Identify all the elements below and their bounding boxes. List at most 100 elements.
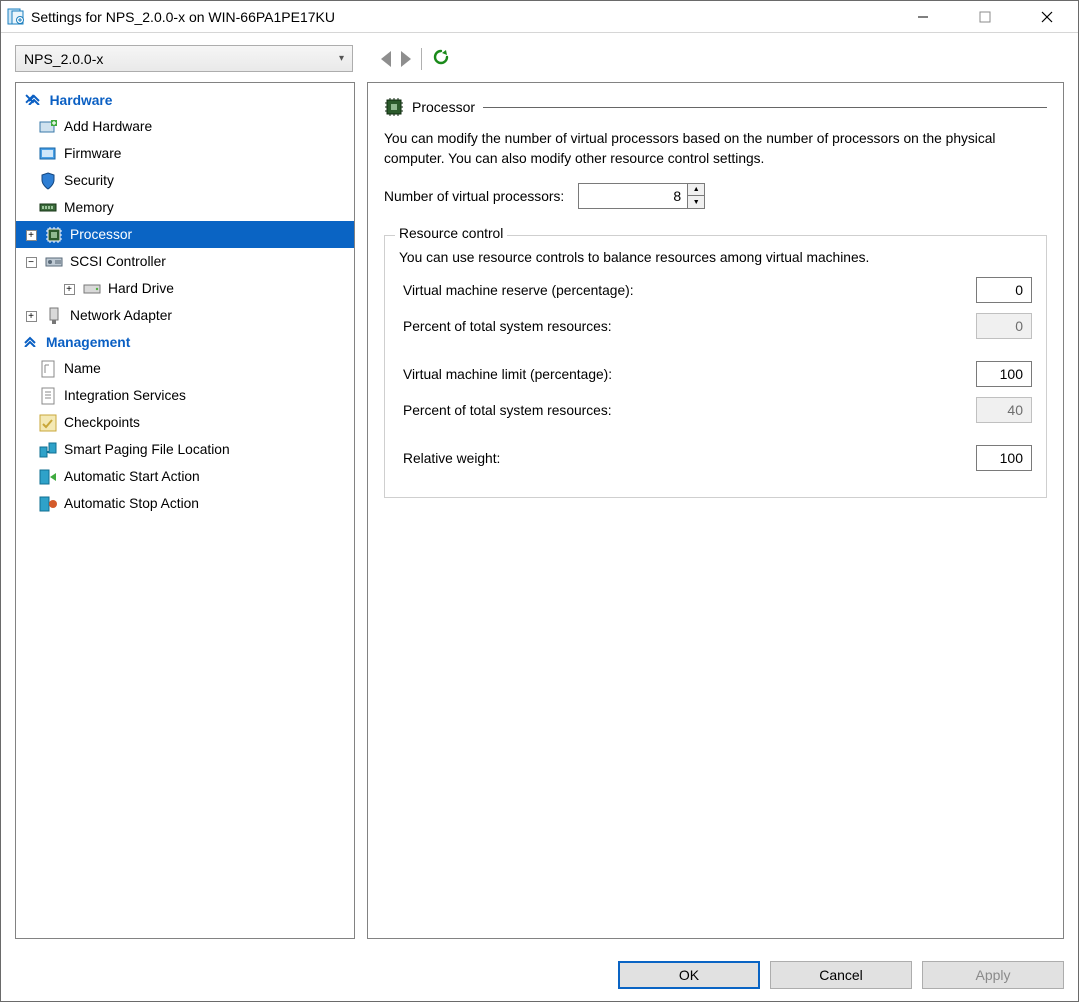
dialog-footer: OK Cancel Apply [1,949,1078,1001]
nav-hard-drive[interactable]: + Hard Drive [16,275,354,302]
firmware-icon [38,144,58,164]
panel-description: You can modify the number of virtual pro… [384,129,1047,169]
processor-icon-large [384,97,404,117]
spin-up-button[interactable]: ▲ [688,184,704,196]
limit-pct-row: Percent of total system resources: [403,397,1032,423]
reserve-row: Virtual machine reserve (percentage): [403,277,1032,303]
resource-control-legend: Resource control [395,226,507,241]
vp-count-row: Number of virtual processors: ▲ ▼ [384,183,1047,209]
auto-start-icon [38,467,58,487]
vp-count-spinbuttons: ▲ ▼ [688,183,705,209]
collapse-scsi[interactable]: − [22,256,40,268]
content-pane: Processor You can modify the number of v… [367,82,1064,939]
nav-processor[interactable]: + Processor [16,221,354,248]
expand-harddrive[interactable]: + [60,283,78,295]
resource-control-help: You can use resource controls to balance… [399,250,1032,265]
vp-count-spinner[interactable]: ▲ ▼ [578,183,705,209]
vp-count-label: Number of virtual processors: [384,189,564,204]
reserve-label: Virtual machine reserve (percentage): [403,283,976,298]
limit-input[interactable] [976,361,1032,387]
checkpoints-icon [38,413,58,433]
nav-integration-services[interactable]: Integration Services [16,382,354,409]
limit-label: Virtual machine limit (percentage): [403,367,976,382]
main-area: ✕‍ Hardware Add Hardware Firmware Securi… [1,82,1078,949]
nav-checkpoints[interactable]: Checkpoints [16,409,354,436]
reserve-input[interactable] [976,277,1032,303]
resource-control-group: Resource control You can use resource co… [384,235,1047,498]
chevron-up-icon [28,93,40,108]
expand-network[interactable]: + [22,310,40,322]
nav-add-hardware[interactable]: Add Hardware [16,113,354,140]
panel-title: Processor [412,99,475,115]
nav-hard-drive-label: Hard Drive [106,281,174,296]
add-hardware-icon [38,117,58,137]
management-section-header[interactable]: Management [16,329,354,355]
reserve-pct-label: Percent of total system resources: [403,319,976,334]
processor-icon [44,225,64,245]
nav-name[interactable]: Name [16,355,354,382]
titlebar: Settings for NPS_2.0.0-x on WIN-66PA1PE1… [1,1,1078,33]
vm-selector-value: NPS_2.0.0-x [24,51,339,67]
nav-back-button[interactable] [381,51,391,67]
nav-memory-label: Memory [62,200,114,215]
nav-auto-start-label: Automatic Start Action [62,469,200,484]
refresh-button[interactable] [432,48,450,69]
nav-name-label: Name [62,361,101,376]
vp-count-input[interactable] [578,183,688,209]
nav-network-adapter[interactable]: + Network Adapter [16,302,354,329]
weight-label: Relative weight: [403,451,976,466]
reserve-pct-output [976,313,1032,339]
nav-firmware-label: Firmware [62,146,122,161]
settings-window: Settings for NPS_2.0.0-x on WIN-66PA1PE1… [0,0,1079,1002]
chevron-up-icon-2 [24,335,36,350]
nav-auto-stop[interactable]: Automatic Stop Action [16,490,354,517]
hardware-section-header[interactable]: ✕‍ Hardware [16,87,354,113]
nav-security[interactable]: Security [16,167,354,194]
memory-icon [38,198,58,218]
hardware-label: Hardware [50,93,113,108]
window-title: Settings for NPS_2.0.0-x on WIN-66PA1PE1… [31,9,892,25]
toolbar-separator [421,48,422,70]
integration-services-icon [38,386,58,406]
limit-pct-label: Percent of total system resources: [403,403,976,418]
apply-button[interactable]: Apply [922,961,1064,989]
nav-security-label: Security [62,173,114,188]
vm-selector-dropdown[interactable]: NPS_2.0.0-x ▾ [15,45,353,72]
nav-add-hardware-label: Add Hardware [62,119,152,134]
weight-input[interactable] [976,445,1032,471]
smart-paging-icon [38,440,58,460]
nav-memory[interactable]: Memory [16,194,354,221]
nav-buttons [381,48,450,70]
nav-integration-services-label: Integration Services [62,388,186,403]
close-button[interactable] [1016,1,1078,32]
nav-firmware[interactable]: Firmware [16,140,354,167]
nav-scsi-controller[interactable]: − SCSI Controller [16,248,354,275]
nav-network-adapter-label: Network Adapter [68,308,172,323]
cancel-button[interactable]: Cancel [770,961,912,989]
nav-forward-button[interactable] [401,51,411,67]
name-icon [38,359,58,379]
limit-row: Virtual machine limit (percentage): [403,361,1032,387]
minimize-button[interactable] [892,1,954,32]
panel-title-row: Processor [384,97,1047,117]
nav-smart-paging-label: Smart Paging File Location [62,442,230,457]
app-icon [7,8,25,26]
nav-auto-stop-label: Automatic Stop Action [62,496,199,511]
reserve-pct-row: Percent of total system resources: [403,313,1032,339]
auto-stop-icon [38,494,58,514]
dropdown-arrow-icon: ▾ [339,53,344,64]
expand-processor[interactable]: + [22,229,40,241]
weight-row: Relative weight: [403,445,1032,471]
nav-auto-start[interactable]: Automatic Start Action [16,463,354,490]
nav-smart-paging[interactable]: Smart Paging File Location [16,436,354,463]
toolbar: NPS_2.0.0-x ▾ [1,33,1078,82]
security-icon [38,171,58,191]
navigation-pane[interactable]: ✕‍ Hardware Add Hardware Firmware Securi… [15,82,355,939]
network-adapter-icon [44,306,64,326]
maximize-button[interactable] [954,1,1016,32]
management-label: Management [46,335,130,350]
spin-down-button[interactable]: ▼ [688,196,704,208]
ok-button[interactable]: OK [618,961,760,989]
scsi-icon [44,252,64,272]
nav-processor-label: Processor [68,227,132,242]
